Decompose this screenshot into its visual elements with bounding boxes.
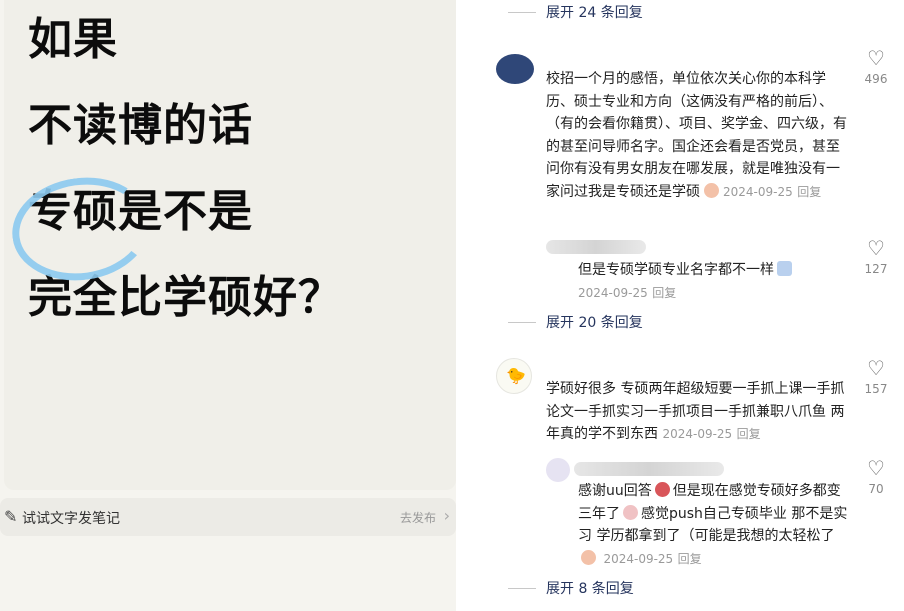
heart-icon: ♡ (867, 46, 885, 70)
divider (508, 12, 536, 13)
rose-icon (654, 482, 670, 497)
avatar[interactable] (496, 54, 534, 84)
emoji-icon (623, 504, 638, 520)
comment-2-date: 2024-09-25 (662, 427, 733, 441)
reply-button[interactable]: 回复 (737, 427, 761, 441)
reply-2-date: 2024-09-25 (603, 551, 674, 566)
emoji-icon (581, 549, 596, 565)
comment-1: 校招一个月的感悟，单位依次关心你的本科学历、硕士专业和方向（这俩没有严格的前后）… (546, 68, 848, 203)
chick-icon: 🐤 (506, 366, 526, 385)
like-count: 496 (864, 72, 888, 86)
note-hint: 试试文字发笔记 (22, 511, 120, 527)
heart-icon: ♡ (867, 236, 885, 260)
expand-replies[interactable]: 展开 20 条回复 (508, 312, 643, 332)
emoji-icon (777, 261, 792, 276)
pencil-icon: ✎ (4, 507, 18, 526)
reply-button[interactable]: 回复 (678, 552, 702, 566)
reply-button[interactable]: 回复 (652, 286, 676, 300)
divider (508, 322, 536, 323)
avatar[interactable] (546, 458, 570, 482)
expand-label: 展开 8 条回复 (546, 581, 634, 597)
like-button[interactable]: ♡ 127 (860, 238, 892, 276)
divider (508, 588, 536, 589)
comment-1-date: 2024-09-25 (723, 184, 793, 199)
reply-2-text-a: 感谢uu回答 (578, 483, 652, 499)
expand-replies[interactable]: 展开 8 条回复 (508, 578, 634, 598)
like-count: 157 (864, 382, 888, 396)
post-line-1: 如果 (28, 14, 118, 65)
publish-button[interactable]: 去发布 (400, 509, 436, 526)
reply-1-date: 2024-09-25 (578, 285, 648, 300)
comment-1-text: 校招一个月的感悟，单位依次关心你的本科学历、硕士专业和方向（这俩没有严格的前后）… (546, 71, 847, 200)
blurred-username (546, 240, 646, 254)
like-count: 127 (864, 262, 888, 276)
comment-2: 学硕好很多 专硕两年超级短要一手抓上课一手抓论文一手抓实习一手抓项目一手抓兼职八… (546, 378, 846, 446)
reply-button[interactable]: 回复 (797, 185, 821, 199)
expand-label: 展开 24 条回复 (546, 5, 643, 21)
avatar[interactable]: 🐤 (496, 358, 532, 394)
reply-2: 感谢uu回答 但是现在感觉专硕好多都变三年了 感觉push自己专硕毕业 那不是实习 … (578, 480, 848, 570)
comments-panel: 展开 24 条回复 校招一个月的感悟，单位依次关心你的本科学历、硕士专业和方向（… (480, 0, 904, 611)
emoji-icon (704, 182, 719, 198)
note-input-bar[interactable]: ✎ 试试文字发笔记 去发布 › (0, 498, 456, 536)
post-line-4: 完全比学硕好？ (28, 272, 343, 323)
blurred-username (574, 462, 724, 476)
like-button[interactable]: ♡ 496 (860, 48, 892, 86)
heart-icon: ♡ (867, 456, 885, 480)
heart-icon: ♡ (867, 356, 885, 380)
post-panel: 如果 不读博的话 专硕是不是 完全比学硕好？ ✎ 试试文字发笔记 去发布 › (0, 0, 456, 611)
expand-label: 展开 20 条回复 (546, 315, 643, 331)
expand-replies-top[interactable]: 展开 24 条回复 (508, 2, 643, 22)
reply-1-text: 但是专硕学硕专业名字都不一样 (578, 262, 774, 278)
like-count: 70 (868, 482, 884, 496)
chevron-right-icon: › (443, 506, 450, 525)
reply-1: 但是专硕学硕专业名字都不一样 2024-09-25 回复 (578, 259, 838, 304)
like-button[interactable]: ♡ 70 (860, 458, 892, 496)
like-button[interactable]: ♡ 157 (860, 358, 892, 396)
post-line-2: 不读博的话 (28, 100, 253, 151)
post-image[interactable]: 如果 不读博的话 专硕是不是 完全比学硕好？ (4, 0, 456, 490)
